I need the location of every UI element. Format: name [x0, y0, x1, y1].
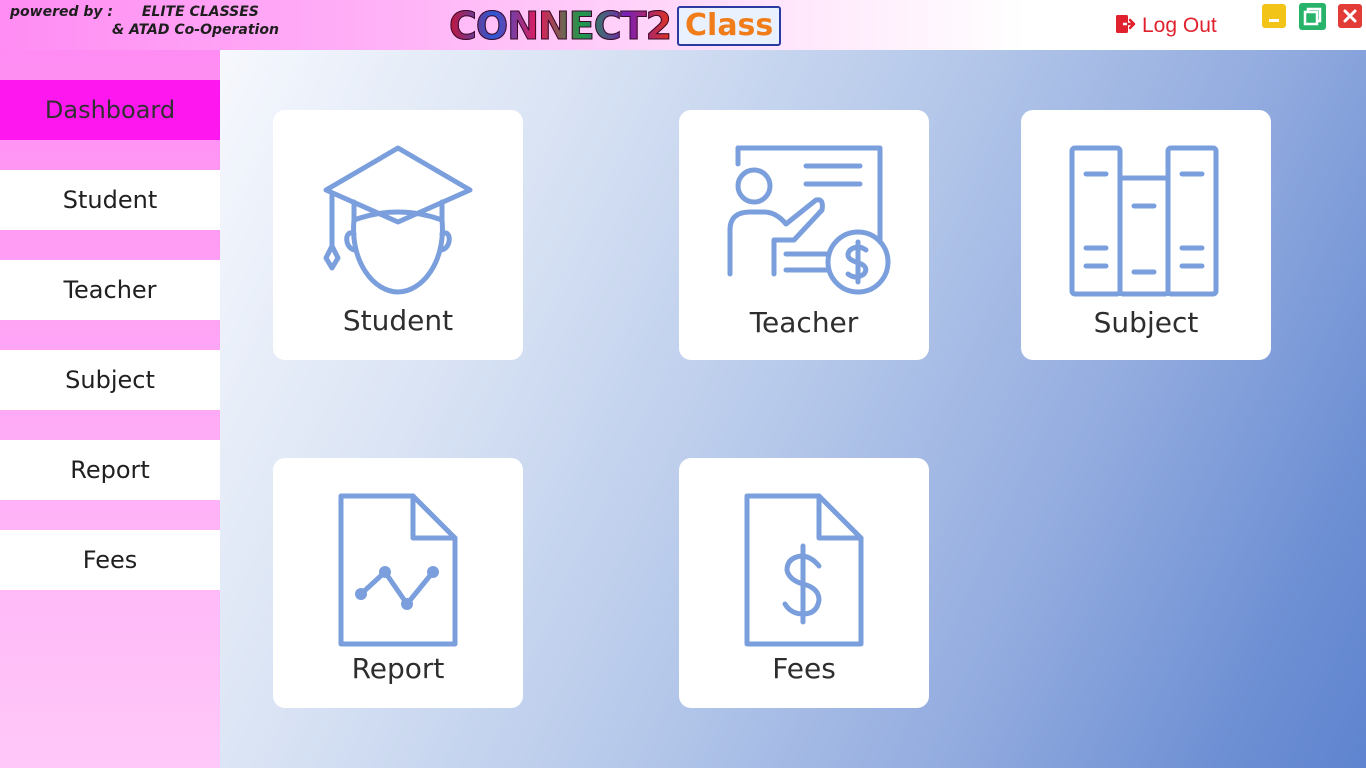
logout-label: Log Out [1142, 14, 1217, 37]
report-card[interactable]: Report [273, 458, 523, 708]
teacher-card-label: Teacher [749, 306, 859, 339]
sidebar: Dashboard Student Teacher Subject Report… [0, 50, 220, 768]
sidebar-item-subject[interactable]: Subject [0, 350, 220, 410]
close-button[interactable] [1338, 4, 1362, 28]
subject-card[interactable]: Subject [1021, 110, 1271, 360]
app-logo: CONNECT2 Class [448, 4, 782, 49]
report-chart-icon [338, 493, 458, 647]
sidebar-item-teacher[interactable]: Teacher [0, 260, 220, 320]
graduate-icon [323, 145, 473, 295]
maximize-button[interactable] [1299, 3, 1326, 30]
powered-by-org: ELITE CLASSES [141, 4, 259, 20]
header-bar: powered by : ELITE CLASSES & ATAD Co-Ope… [0, 0, 1366, 50]
student-card[interactable]: Student [273, 110, 523, 360]
subject-card-label: Subject [1093, 306, 1199, 339]
maximize-icon [1303, 7, 1322, 26]
books-icon [1069, 145, 1219, 297]
sidebar-item-report[interactable]: Report [0, 440, 220, 500]
sidebar-item-dashboard[interactable]: Dashboard [0, 80, 220, 140]
minimize-button[interactable] [1262, 4, 1286, 28]
fees-card-label: Fees [772, 652, 836, 685]
close-icon [1343, 9, 1357, 23]
sidebar-item-student[interactable]: Student [0, 170, 220, 230]
teacher-card[interactable]: Teacher [679, 110, 929, 360]
student-card-label: Student [342, 304, 454, 337]
logo-main-text: CONNECT2 [448, 4, 672, 49]
logout-icon [1114, 13, 1136, 39]
sidebar-item-fees[interactable]: Fees [0, 530, 220, 590]
powered-by-label: powered by : [10, 4, 113, 20]
fees-document-icon [744, 493, 864, 647]
report-card-label: Report [351, 652, 445, 685]
fees-card[interactable]: Fees [679, 458, 929, 708]
dashboard-main: Student Teacher Subject Report Fees [220, 50, 1366, 768]
logo-sub-text: Class [677, 6, 782, 46]
logout-button[interactable]: Log Out [1114, 13, 1217, 39]
teacher-board-icon [727, 145, 891, 295]
powered-by-text: powered by : ELITE CLASSES [10, 3, 259, 21]
powered-by-cooperation: & ATAD Co-Operation [112, 22, 279, 38]
minimize-icon [1269, 19, 1279, 22]
